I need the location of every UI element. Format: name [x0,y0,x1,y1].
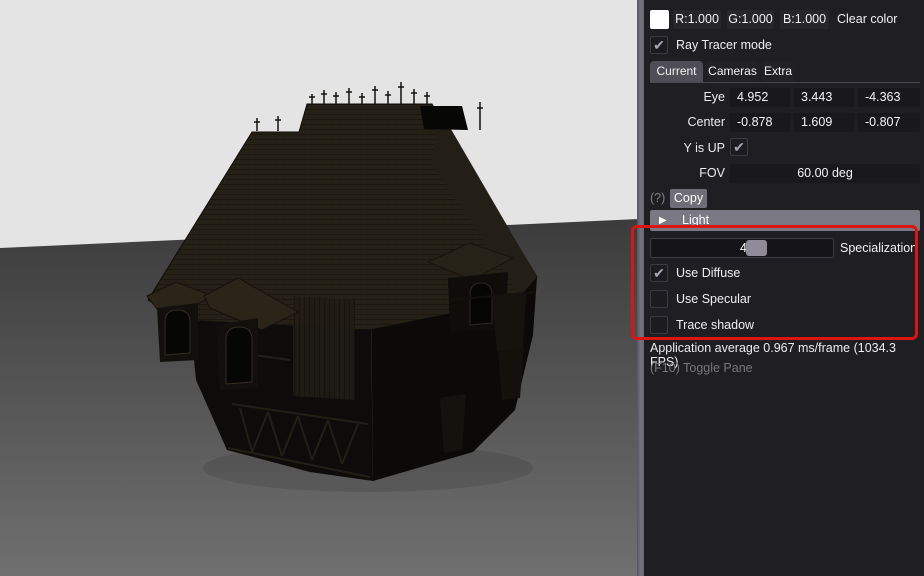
fov-field[interactable]: 60.00 deg [730,164,920,183]
eye-y-field[interactable]: 3.443 [794,88,854,107]
clear-color-swatch[interactable] [650,10,669,29]
toggle-pane-hint: (F10) Toggle Pane [650,361,753,375]
house-model-render [0,0,640,576]
eye-z-field[interactable]: -4.363 [858,88,920,107]
tab-extra[interactable]: Extra [762,61,794,82]
ray-tracer-mode-checkbox[interactable]: ✔ [650,36,668,54]
check-icon: ✔ [731,139,747,155]
blue-value-field[interactable]: B:1.000 [780,10,829,29]
eye-label: Eye [644,88,725,107]
y-is-up-label: Y is UP [644,139,725,158]
help-hint: (?) [650,189,665,208]
3d-viewport[interactable] [0,0,640,576]
tab-separator [650,82,920,83]
highlight-annotation-rect [631,225,918,340]
eye-x-field[interactable]: 4.952 [730,88,790,107]
app-window: R:1.000 G:1.000 B:1.000 Clear color ✔ Ra… [0,0,924,576]
tab-cameras[interactable]: Cameras [706,61,759,82]
center-x-field[interactable]: -0.878 [730,113,790,132]
y-is-up-checkbox[interactable]: ✔ [730,138,748,156]
center-z-field[interactable]: -0.807 [858,113,920,132]
center-y-field[interactable]: 1.609 [794,113,854,132]
tab-current[interactable]: Current [650,61,703,82]
fov-label: FOV [644,164,725,183]
red-value-field[interactable]: R:1.000 [673,10,721,29]
check-icon: ✔ [651,37,667,53]
clear-color-label: Clear color [837,10,897,29]
green-value-field[interactable]: G:1.000 [727,10,774,29]
ray-tracer-mode-label: Ray Tracer mode [676,36,772,54]
center-label: Center [644,113,725,132]
copy-button[interactable]: Copy [670,189,707,208]
